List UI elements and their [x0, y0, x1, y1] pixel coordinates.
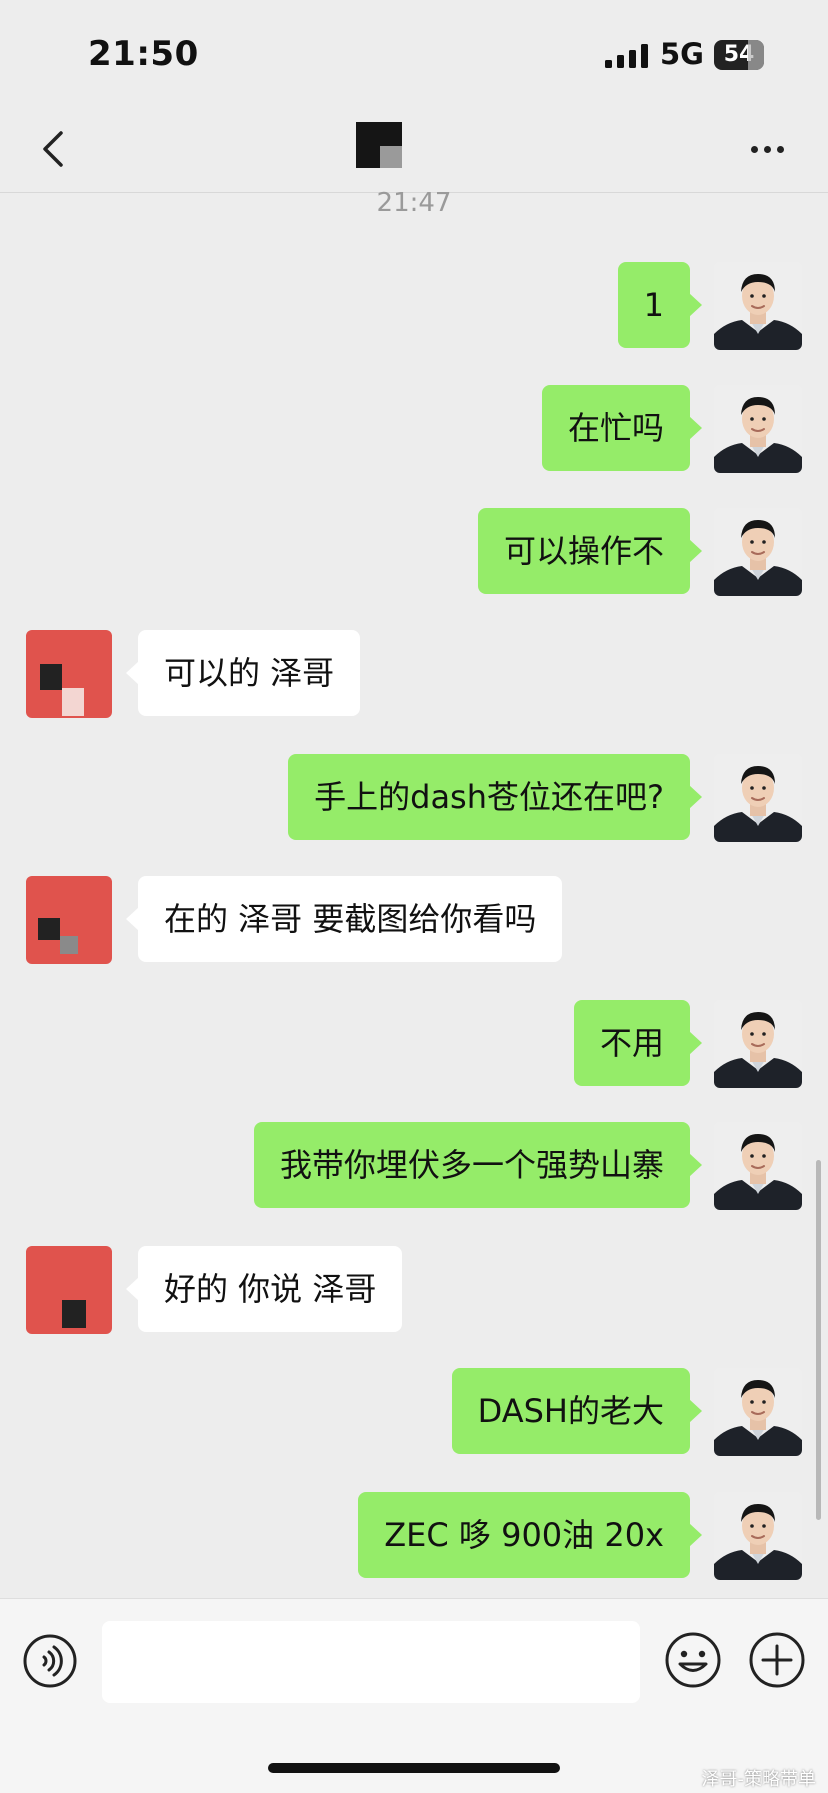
message-bubble[interactable]: DASH的老大 [451, 1368, 703, 1454]
contact-avatar-blurred [356, 122, 402, 168]
signal-icon [605, 44, 648, 68]
message-bubble[interactable]: 在忙吗 [541, 385, 703, 471]
avatar-other[interactable] [26, 630, 112, 718]
portrait-image [714, 385, 802, 473]
network-label: 5G [660, 37, 704, 71]
portrait-image [714, 1122, 802, 1210]
message-row: ZEC 哆 900油 20x [0, 1492, 828, 1582]
emoji-icon[interactable] [664, 1631, 722, 1689]
message-row: 在忙吗 [0, 385, 828, 475]
chat-timestamp: 21:47 [376, 188, 452, 218]
message-row: 可以的 泽哥 [0, 630, 828, 720]
scrollbar[interactable] [816, 1160, 821, 1520]
message-bubble[interactable]: 在的 泽哥 要截图给你看吗 [125, 876, 563, 962]
message-bubble[interactable]: 可以操作不 [477, 508, 703, 594]
message-bubble[interactable]: 可以的 泽哥 [125, 630, 361, 716]
home-indicator[interactable] [268, 1763, 560, 1773]
avatar-me[interactable] [714, 754, 802, 842]
message-row: 手上的dash苍位还在吧? [0, 754, 828, 844]
message-row: DASH的老大 [0, 1368, 828, 1458]
watermark: 泽哥-策略带单 [701, 1769, 817, 1790]
portrait-image [714, 1000, 802, 1088]
avatar-other[interactable] [26, 876, 112, 964]
message-bubble[interactable]: ZEC 哆 900油 20x [358, 1492, 702, 1578]
message-row: 在的 泽哥 要截图给你看吗 [0, 876, 828, 966]
battery-icon: 54 [714, 40, 764, 70]
avatar-me[interactable] [714, 508, 802, 596]
message-row: 1 [0, 262, 828, 352]
portrait-image [714, 508, 802, 596]
message-bubble[interactable]: 手上的dash苍位还在吧? [288, 754, 702, 840]
nav-bar [0, 110, 828, 193]
message-bubble[interactable]: 1 [617, 262, 703, 348]
message-bubble[interactable]: 好的 你说 泽哥 [125, 1246, 403, 1332]
avatar-me[interactable] [714, 385, 802, 473]
avatar-other[interactable] [26, 1246, 112, 1334]
avatar-me[interactable] [714, 1122, 802, 1210]
message-row: 可以操作不 [0, 508, 828, 598]
chevron-left-icon [43, 131, 63, 167]
back-button[interactable] [28, 124, 78, 174]
avatar-me[interactable] [714, 262, 802, 350]
avatar-me[interactable] [714, 1492, 802, 1580]
message-row: 好的 你说 泽哥 [0, 1246, 828, 1336]
message-bubble[interactable]: 我带你埋伏多一个强势山寨 [253, 1122, 703, 1208]
message-input[interactable] [102, 1621, 640, 1703]
status-bar: 21:50 5G 54 [0, 0, 828, 110]
message-row: 不用 [0, 1000, 828, 1090]
portrait-image [714, 754, 802, 842]
portrait-image [714, 1368, 802, 1456]
input-bar: 泽哥-策略带单 [0, 1598, 828, 1793]
message-row: 我带你埋伏多一个强势山寨 [0, 1122, 828, 1212]
more-button[interactable] [742, 132, 792, 166]
message-bubble[interactable]: 不用 [573, 1000, 703, 1086]
more-dots-icon [750, 145, 758, 153]
avatar-me[interactable] [714, 1368, 802, 1456]
plus-icon[interactable] [748, 1631, 806, 1689]
avatar-me[interactable] [714, 1000, 802, 1088]
voice-icon[interactable] [22, 1633, 78, 1689]
portrait-image [714, 262, 802, 350]
status-time: 21:50 [88, 34, 199, 74]
portrait-image [714, 1492, 802, 1580]
